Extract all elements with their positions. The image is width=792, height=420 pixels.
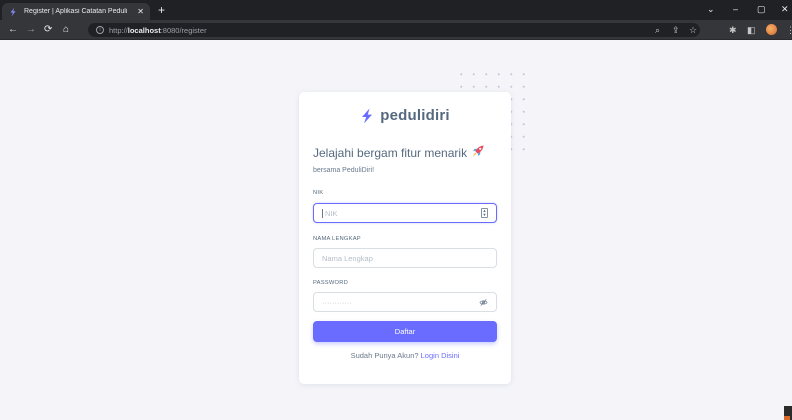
restore-icon[interactable]: ▢ <box>757 3 766 15</box>
login-prompt: Sudah Punya Akun? Login Disini <box>299 351 511 360</box>
rocket-icon <box>472 145 484 157</box>
tab-title: Register | Aplikasi Catatan Peduli <box>24 8 128 15</box>
eye-off-icon[interactable] <box>479 298 488 307</box>
nama-lengkap-field[interactable] <box>313 248 497 268</box>
extensions-icon[interactable]: ✱ <box>729 24 737 36</box>
info-icon[interactable]: i <box>96 26 104 34</box>
login-link[interactable]: Login Disini <box>421 351 460 360</box>
profile-avatar[interactable] <box>766 24 777 35</box>
bolt-icon <box>10 7 16 16</box>
url-text: http://localhost:8080/register <box>109 25 207 35</box>
welcome-title: Jelajahi bergam fitur menarik <box>313 146 468 160</box>
login-prompt-text: Sudah Punya Akun? <box>350 351 419 360</box>
nik-label: NIK <box>313 190 324 196</box>
password-field[interactable] <box>313 292 497 312</box>
password-input[interactable] <box>322 297 479 307</box>
brand-name: pedulidiri <box>380 107 450 124</box>
home-icon[interactable]: ⌂ <box>63 24 69 36</box>
taskbar-corner <box>784 406 792 420</box>
brand: pedulidiri <box>299 107 511 124</box>
register-card: pedulidiri Jelajahi bergam fitur menarik… <box>299 92 511 384</box>
close-window-icon[interactable]: ✕ <box>781 3 789 15</box>
menu-icon[interactable]: ⋮ <box>786 24 792 36</box>
sidebar-icon[interactable]: ◧ <box>747 24 756 36</box>
nik-field[interactable]: ▲▼ <box>313 203 497 223</box>
bookmark-star-icon[interactable]: ☆ <box>689 24 697 36</box>
password-label: PASSWORD <box>313 280 348 286</box>
minimize-icon[interactable]: – <box>733 3 738 15</box>
browser-tab[interactable]: Register | Aplikasi Catatan Peduli ✕ <box>2 3 150 20</box>
browser-tab-strip: Register | Aplikasi Catatan Peduli ✕ + ⌄… <box>0 0 792 20</box>
browser-toolbar: ← → ⟳ ⌂ i http://localhost:8080/register… <box>0 20 792 40</box>
close-tab-icon[interactable]: ✕ <box>137 7 144 16</box>
new-tab-button[interactable]: + <box>158 3 165 17</box>
bolt-logo-icon <box>362 108 373 123</box>
nama-lengkap-label: NAMA LENGKAP <box>313 236 361 242</box>
nama-lengkap-input[interactable] <box>322 253 488 263</box>
chevron-down-icon[interactable]: ⌄ <box>707 3 715 15</box>
back-icon[interactable]: ← <box>8 24 18 36</box>
address-bar[interactable]: i http://localhost:8080/register <box>88 23 700 37</box>
reload-icon[interactable]: ⟳ <box>44 24 52 36</box>
text-caret <box>322 208 323 218</box>
forward-icon[interactable]: → <box>26 24 36 36</box>
number-stepper-icon[interactable]: ▲ ▼ <box>481 208 488 218</box>
nik-input[interactable] <box>325 208 481 218</box>
zoom-icon[interactable]: ⌕ <box>655 24 660 36</box>
share-icon[interactable]: ⇪ <box>672 24 680 36</box>
daftar-button[interactable]: Daftar <box>313 321 497 342</box>
welcome-subtitle: bersama PeduliDiri! <box>313 167 375 174</box>
